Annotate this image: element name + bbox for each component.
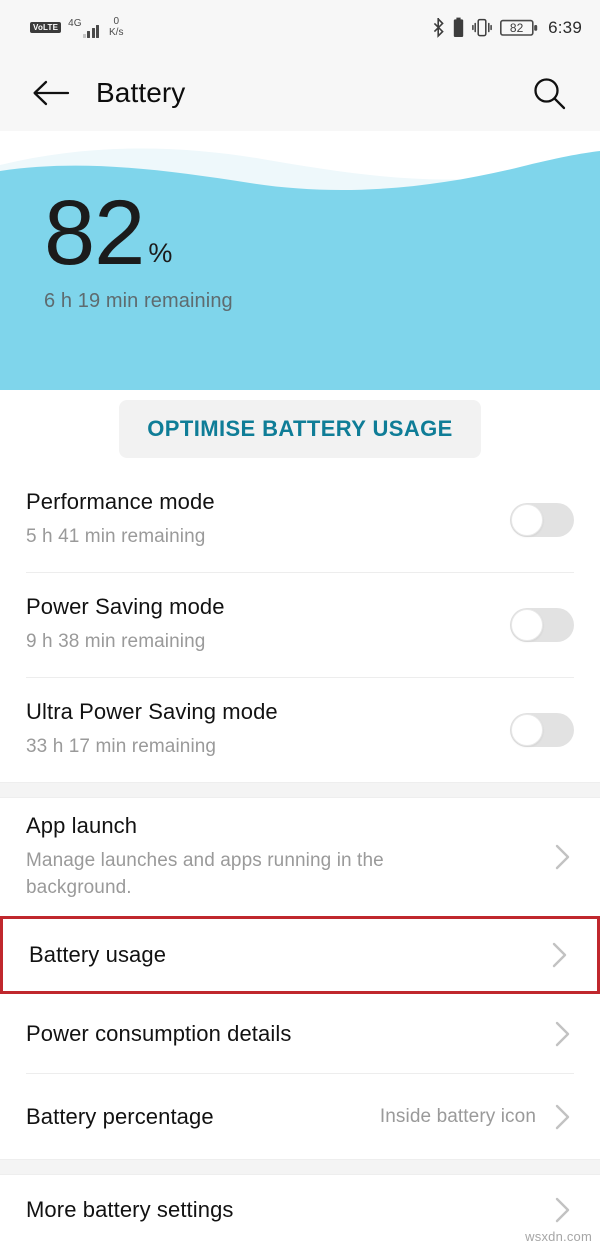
performance-mode-toggle[interactable] [510,503,574,537]
row-battery-usage[interactable]: Battery usage [0,916,600,994]
chevron-right-icon[interactable] [549,940,571,970]
row-app-launch[interactable]: App launch Manage launches and apps runn… [0,798,600,916]
row-title: Power Saving mode [26,594,225,620]
row-power-consumption-details[interactable]: Power consumption details [0,994,600,1073]
network-type-label: 4G [68,17,82,29]
battery-percent-value: 82 [44,182,145,284]
optimise-button-container: OPTIMISE BATTERY USAGE [0,390,600,468]
status-bar-right: 82 6:39 [432,17,582,38]
row-texts: Power Saving mode 9 h 38 min remaining [26,594,494,655]
row-texts: Power consumption details [26,1021,536,1047]
network-speed-unit: K/s [109,26,124,38]
row-performance-mode[interactable]: Performance mode 5 h 41 min remaining [0,468,600,572]
toggle-knob [511,609,543,641]
battery-settings-screen: VoLTE 4G 0 K/s 82 6:39 Battery 82 % 6 h … [0,0,600,1249]
row-title: Battery usage [29,942,167,967]
row-title: Ultra Power Saving mode [26,699,278,725]
battery-remaining-text: 6 h 19 min remaining [44,289,233,312]
row-subtitle: Manage launches and apps running in the … [26,850,384,898]
battery-percentage-value: 82 [509,20,524,35]
chevron-right-icon[interactable] [552,1102,574,1132]
back-button[interactable] [28,70,74,116]
network-speed-indicator: 0 K/s [109,16,124,38]
toggle-knob [511,504,543,536]
row-texts: App launch Manage launches and apps runn… [26,813,536,900]
row-title: Performance mode [26,489,215,515]
chevron-right-icon[interactable] [552,842,574,872]
row-battery-percentage[interactable]: Battery percentage Inside battery icon [0,1074,600,1159]
battery-percent-line: 82 % [44,182,233,284]
bluetooth-icon [433,18,444,38]
row-texts: Battery percentage [26,1104,380,1130]
battery-percentage-icon: 82 [500,18,538,38]
toggle-knob [511,714,543,746]
power-saving-mode-toggle[interactable] [510,608,574,642]
signal-bars-icon: 4G [68,18,99,38]
battery-icon [453,17,464,37]
network-speed-value: 0 [113,16,119,27]
row-texts: Battery usage [29,942,533,968]
search-icon [534,78,566,110]
row-texts: Ultra Power Saving mode 33 h 17 min rema… [26,699,494,760]
chevron-right-icon[interactable] [552,1195,574,1225]
back-arrow-icon [33,80,70,106]
row-texts: Performance mode 5 h 41 min remaining [26,489,494,550]
clock: 6:39 [548,17,582,37]
battery-hero: 82 % 6 h 19 min remaining [0,131,600,390]
battery-level-block: 82 % 6 h 19 min remaining [44,182,233,313]
row-title: More battery settings [26,1197,234,1222]
vibrate-icon [472,18,492,37]
app-bar: Battery [0,55,600,131]
row-title: Battery percentage [26,1103,214,1129]
signal-bars-glyph [82,24,99,38]
row-title: Power consumption details [26,1020,292,1046]
row-subtitle: 5 h 41 min remaining [26,526,206,548]
section-separator [0,1159,600,1175]
page-title: Battery [96,77,186,108]
battery-settings-section: App launch Manage launches and apps runn… [0,798,600,1245]
row-subtitle: 33 h 17 min remaining [26,736,217,758]
watermark: wsxdn.com [525,1229,592,1244]
section-separator [0,782,600,798]
row-ultra-power-saving-mode[interactable]: Ultra Power Saving mode 33 h 17 min rema… [0,678,600,782]
volte-icon: VoLTE [30,22,62,33]
ultra-power-saving-mode-toggle[interactable] [510,713,574,747]
battery-modes-section: Performance mode 5 h 41 min remaining Po… [0,468,600,1245]
chevron-right-icon[interactable] [552,1019,574,1049]
row-subtitle: 9 h 38 min remaining [26,631,206,653]
percent-symbol: % [148,237,173,268]
row-title: App launch [26,813,138,839]
battery-percentage-value-label: Inside battery icon [379,1105,536,1127]
status-bar-left: VoLTE 4G 0 K/s [30,16,124,38]
row-more-battery-settings[interactable]: More battery settings [0,1175,600,1245]
search-button[interactable] [526,70,572,116]
row-texts: More battery settings [26,1197,536,1223]
row-power-saving-mode[interactable]: Power Saving mode 9 h 38 min remaining [0,573,600,677]
optimise-battery-usage-button[interactable]: OPTIMISE BATTERY USAGE [119,400,481,458]
status-bar: VoLTE 4G 0 K/s 82 6:39 [0,0,600,55]
